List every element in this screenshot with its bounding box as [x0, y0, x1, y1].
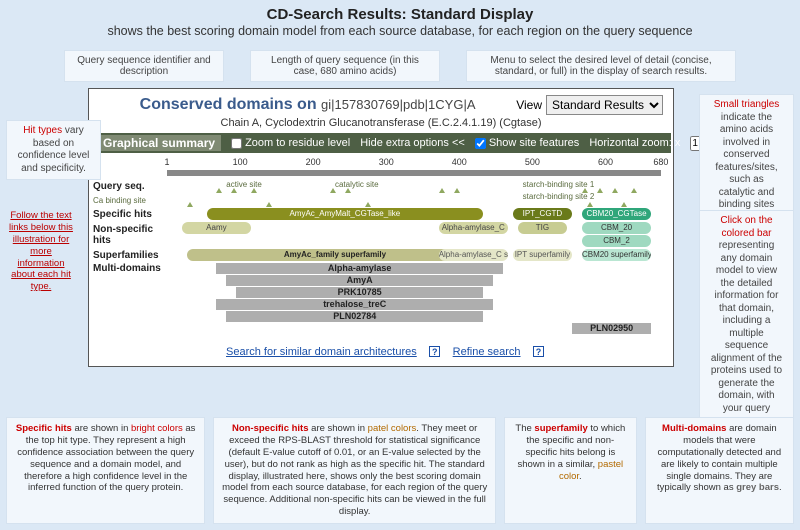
page-subtitle: shows the best scoring domain model from…	[8, 24, 792, 38]
domain-bar[interactable]: CBM_20	[582, 222, 651, 234]
domain-bar[interactable]: IPT superfamily	[513, 249, 572, 261]
sequence-accession: gi|157830769|pdb|1CYG|A	[321, 97, 475, 112]
view-label: View	[516, 98, 542, 112]
specific-hits-row: Specific hits AmyAc_AmyMalt_CGTase_likeI…	[91, 208, 671, 221]
horizontal-zoom-label: Horizontal zoom: x	[589, 137, 680, 149]
domain-bar[interactable]: Alpha-amylase_C su	[439, 249, 508, 261]
graphical-toolbar: Graphical summary Zoom to residue level …	[91, 133, 671, 153]
multidomain-bar[interactable]: AmyA	[226, 275, 493, 286]
superfamilies-row: Superfamilies AmyAc_family superfamilyAl…	[91, 249, 671, 262]
multidomain-bar[interactable]: PRK10785	[236, 287, 483, 298]
annotation-query-length: Length of query sequence (in this case, …	[250, 50, 440, 82]
annotation-nonspecific-hits: Non-specific hits are shown in patel col…	[213, 417, 496, 524]
sequence-header: Conserved domains on gi|157830769|pdb|1C…	[91, 91, 671, 117]
annotation-superfamily: The superfamily to which the specific an…	[504, 417, 637, 524]
similar-architectures-link[interactable]: Search for similar domain architectures	[226, 346, 417, 358]
multidomain-bar[interactable]: trehalose_treC	[216, 299, 493, 310]
help-icon[interactable]: ?	[533, 346, 544, 357]
domain-bar[interactable]: CBM20 superfamily	[582, 249, 651, 261]
domain-bar[interactable]: Alpha-amylase_C	[439, 222, 508, 234]
nonspecific-hits-row: Non-specific hits AamyAlpha-amylase_CTIG…	[91, 222, 671, 248]
multidomains-row: Multi-domains Alpha-amylaseAmyAPRK10785t…	[91, 263, 671, 335]
multidomain-bar[interactable]: PLN02950	[572, 323, 651, 334]
annotation-specific-hits: Specific hits are shown in bright colors…	[6, 417, 205, 524]
conserved-domains-heading: Conserved domains on	[140, 96, 317, 113]
show-site-features-checkbox[interactable]: Show site features	[475, 137, 580, 149]
multidomain-bar[interactable]: Alpha-amylase	[216, 263, 503, 274]
left-annotation-follow: Follow the text links below this illustr…	[6, 210, 76, 293]
results-panel: Conserved domains on gi|157830769|pdb|1C…	[88, 88, 674, 367]
page-title: CD-Search Results: Standard Display	[8, 6, 792, 23]
annotation-multidomains: Multi-domains are domain models that wer…	[645, 417, 794, 524]
graphical-summary-label: Graphical summary	[97, 135, 221, 151]
view-select[interactable]: Standard Results	[546, 95, 663, 115]
domain-bar[interactable]: Aamy	[182, 222, 251, 234]
right-annotation-clickbar: Click on the colored bar representing an…	[699, 210, 794, 445]
refine-search-link[interactable]: Refine search	[453, 346, 521, 358]
position-ruler: 1 100 200 300 400 500 600 680	[167, 157, 671, 179]
help-icon[interactable]: ?	[429, 346, 440, 357]
left-annotation-hittypes: Hit types vary based on confidence level…	[6, 120, 101, 180]
multidomain-bar[interactable]: PLN02784	[226, 311, 483, 322]
hide-options-link[interactable]: Hide extra options <<	[360, 137, 465, 149]
top-annotation-row: Query sequence identifier and descriptio…	[8, 50, 792, 82]
footer-links: Search for similar domain architectures …	[91, 336, 671, 364]
domain-bar[interactable]: IPT_CGTD	[513, 208, 572, 220]
right-annotation-triangles: Small triangles indicate the amino acids…	[699, 94, 794, 217]
sequence-description: Chain A, Cyclodextrin Glucanotransferase…	[91, 117, 671, 133]
domain-bar[interactable]: CBM_2	[582, 235, 651, 247]
domain-bar[interactable]: TIG	[518, 222, 567, 234]
site-triangle-icon	[216, 188, 222, 193]
domain-bar[interactable]: AmyAc_AmyMalt_CGTase_like	[207, 208, 484, 220]
annotation-query-id: Query sequence identifier and descriptio…	[64, 50, 224, 82]
annotation-view-menu: Menu to select the desired level of deta…	[466, 50, 736, 82]
domain-bar[interactable]: CBM20_CGTase	[582, 208, 651, 220]
zoom-residue-checkbox[interactable]: Zoom to residue level	[231, 137, 350, 149]
bottom-annotation-row: Specific hits are shown in bright colors…	[6, 417, 794, 524]
